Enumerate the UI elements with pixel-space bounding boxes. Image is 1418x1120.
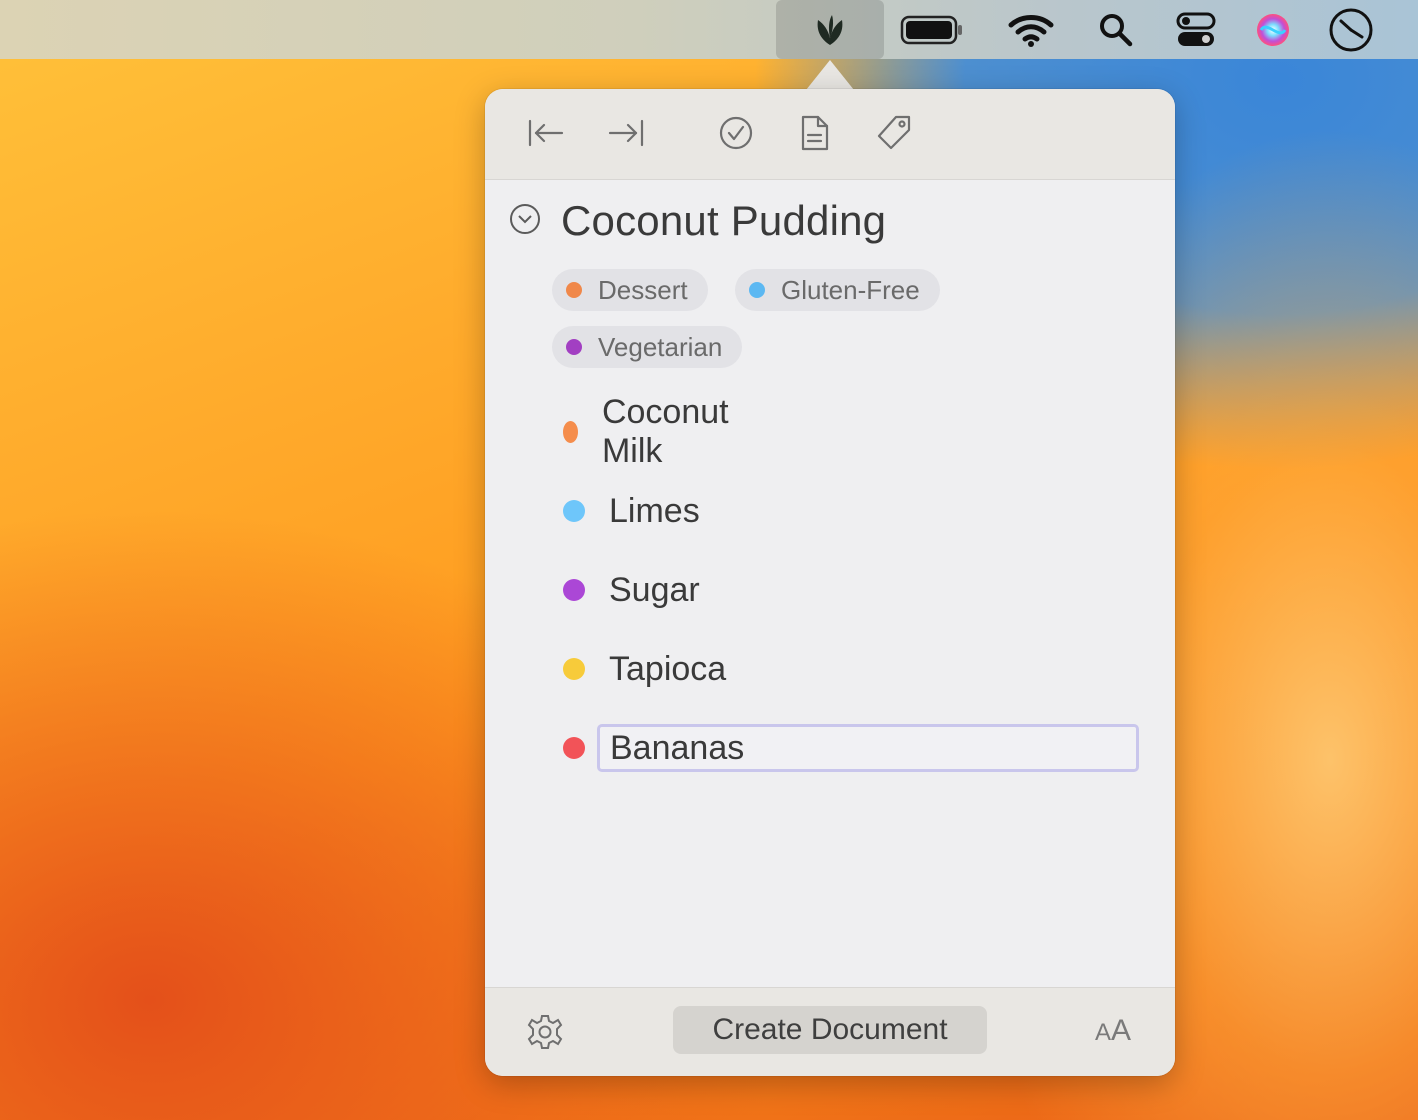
item-bullet: [563, 421, 578, 443]
tag-gluten-free[interactable]: Gluten-Free: [735, 269, 940, 311]
tag-label: Gluten-Free: [781, 274, 920, 305]
font-small-glyph: A: [1095, 1019, 1112, 1046]
font-size-button[interactable]: AA: [1095, 1014, 1131, 1048]
checkmark-circle-icon: [719, 116, 753, 150]
control-center-icon: [1176, 12, 1216, 46]
wifi-icon: [1008, 14, 1054, 47]
document-icon: [801, 115, 829, 151]
gear-icon: [527, 1015, 563, 1049]
tag-icon: [877, 115, 911, 150]
spotlight-button[interactable]: [1090, 0, 1142, 59]
toolbar: [485, 89, 1175, 180]
item-bullet: [563, 579, 585, 601]
outdent-button[interactable]: [523, 109, 569, 157]
chevron-down-circle-icon: [510, 203, 540, 234]
item-label[interactable]: Bananas: [610, 729, 744, 768]
tag-color-dot: [566, 339, 582, 355]
app-menu-extra-button[interactable]: [776, 0, 884, 59]
popover-arrow: [806, 60, 854, 90]
list-item[interactable]: [563, 723, 585, 773]
settings-button[interactable]: [525, 1012, 565, 1052]
tag-label: Dessert: [598, 274, 688, 305]
popover-window: Coconut Pudding Dessert Gluten-Free Vege…: [485, 89, 1175, 1076]
item-edit-field[interactable]: Bananas: [597, 724, 1139, 772]
list-item[interactable]: Sugar: [563, 565, 700, 615]
menu-bar: [0, 0, 1418, 59]
leaf-app-icon: [817, 14, 843, 45]
outdent-icon: [528, 119, 564, 147]
battery-icon: [900, 15, 962, 44]
item-bullet: [563, 658, 585, 680]
item-label[interactable]: Tapioca: [609, 650, 726, 689]
tag-label: Vegetarian: [598, 331, 723, 362]
footer-bar: Create Document AA: [485, 987, 1175, 1076]
list-item[interactable]: Tapioca: [563, 644, 726, 694]
note-button[interactable]: [792, 109, 838, 157]
tag-color-dot: [749, 282, 765, 298]
clock-menu-button[interactable]: [1322, 0, 1380, 59]
item-label[interactable]: Sugar: [609, 571, 700, 610]
checkbox-button[interactable]: [713, 109, 759, 157]
battery-menu-button[interactable]: [898, 0, 966, 59]
tag-color-dot: [566, 282, 582, 298]
tag-dessert[interactable]: Dessert: [552, 269, 708, 311]
item-bullet: [563, 737, 585, 759]
create-document-button[interactable]: Create Document: [673, 1006, 987, 1054]
document-title-row: Coconut Pudding: [509, 197, 886, 245]
item-bullet: [563, 500, 585, 522]
clock-icon: [1329, 8, 1373, 51]
item-label[interactable]: Limes: [609, 492, 700, 531]
tag-vegetarian[interactable]: Vegetarian: [552, 326, 743, 368]
collapse-toggle[interactable]: [509, 203, 541, 240]
indent-icon: [608, 119, 644, 147]
control-center-button[interactable]: [1170, 0, 1222, 59]
font-big-glyph: A: [1111, 1014, 1132, 1047]
item-label[interactable]: Coconut Milk: [602, 393, 736, 471]
search-icon: [1100, 13, 1133, 46]
tag-button[interactable]: [871, 109, 917, 157]
list-item[interactable]: Limes: [563, 486, 700, 536]
siri-button[interactable]: [1250, 0, 1296, 59]
list-item[interactable]: Coconut Milk: [563, 393, 736, 470]
siri-icon: [1257, 13, 1289, 46]
document-title[interactable]: Coconut Pudding: [561, 197, 886, 245]
indent-button[interactable]: [603, 109, 649, 157]
wifi-menu-button[interactable]: [1004, 0, 1058, 59]
